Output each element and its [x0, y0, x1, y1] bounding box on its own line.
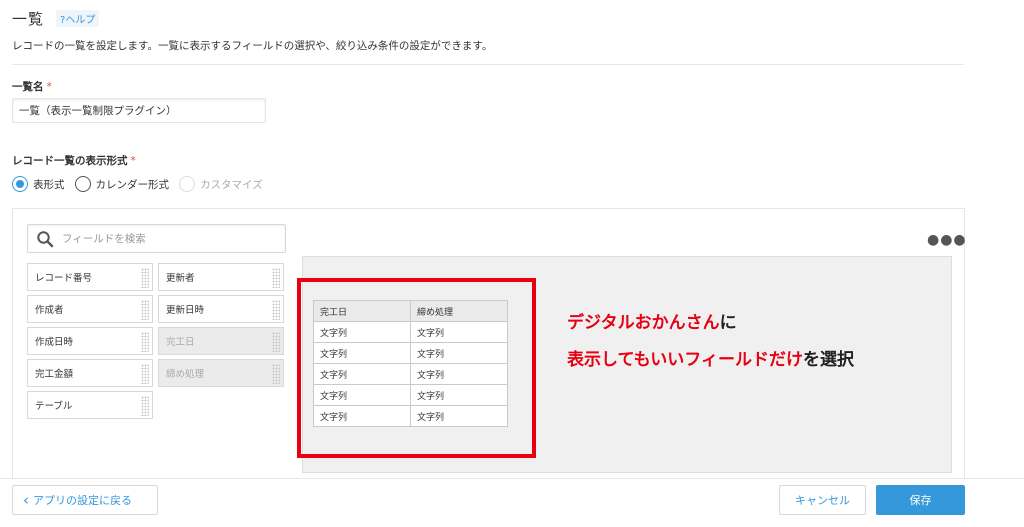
- required-mark: *: [46, 81, 52, 93]
- drag-handle-icon[interactable]: [141, 268, 149, 288]
- field-item-label: 作成者: [35, 305, 64, 316]
- field-item-label: 完工金額: [35, 369, 74, 380]
- preview-column-header[interactable]: 締め処理: [410, 300, 508, 322]
- page-description: レコードの一覧を設定します。一覧に表示するフィールドの選択や、絞り込み条件の設定…: [12, 40, 493, 52]
- preview-column-header[interactable]: 完工日: [313, 300, 411, 322]
- field-item-creator[interactable]: 作成者: [27, 295, 153, 323]
- preview-table-row: 文字列 文字列: [313, 321, 508, 343]
- preview-cell: 文字列: [313, 321, 411, 343]
- drag-handle-icon[interactable]: [141, 300, 149, 320]
- annotation-line-1: デジタルおかんさんに: [567, 308, 737, 333]
- radio-label: カスタマイズ: [200, 178, 263, 191]
- page-title: 一覧: [12, 10, 45, 28]
- back-to-app-settings-button[interactable]: ‹ アプリの設定に戻る: [12, 485, 158, 515]
- list-name-input[interactable]: [12, 98, 266, 123]
- field-item-updater[interactable]: 更新者: [158, 263, 284, 291]
- chevron-left-icon: ‹: [23, 490, 29, 509]
- radio-label: カレンダー形式: [95, 178, 170, 191]
- preview-table-row: 文字列 文字列: [313, 363, 508, 385]
- drag-handle-icon[interactable]: [141, 396, 149, 416]
- radio-disabled-icon: [179, 176, 195, 192]
- preview-table: 完工日 締め処理 文字列 文字列 文字列 文字列 文字列 文字列 文字列 文字列 文字列…: [313, 300, 508, 427]
- help-link[interactable]: ?ヘルプ: [56, 10, 100, 27]
- required-mark: *: [130, 155, 136, 167]
- field-item-completion-amount[interactable]: 完工金額: [27, 359, 153, 387]
- drag-handle-icon[interactable]: [272, 300, 280, 320]
- drag-handle-icon[interactable]: [141, 332, 149, 352]
- drag-handle-icon[interactable]: [141, 364, 149, 384]
- field-item-created-at[interactable]: 作成日時: [27, 327, 153, 355]
- display-format-label: レコード一覧の表示形式 *: [12, 153, 136, 168]
- field-item-closing-process[interactable]: 締め処理: [158, 359, 284, 387]
- field-item-updated-at[interactable]: 更新日時: [158, 295, 284, 323]
- more-options-icon[interactable]: ●●●: [927, 232, 967, 248]
- drag-handle-icon[interactable]: [272, 364, 280, 384]
- field-item-record-number[interactable]: レコード番号: [27, 263, 153, 291]
- drag-handle-icon[interactable]: [272, 332, 280, 352]
- radio-unchecked-icon[interactable]: [74, 176, 91, 192]
- annotation-red-text: デジタルおかんさん: [567, 313, 720, 333]
- radio-checked-icon[interactable]: [12, 176, 28, 192]
- preview-cell: 文字列: [410, 342, 508, 364]
- field-item-label: 締め処理: [166, 369, 205, 380]
- field-item-completion-date[interactable]: 完工日: [158, 327, 284, 355]
- preview-cell: 文字列: [410, 405, 508, 427]
- divider: [12, 64, 964, 65]
- field-search-input[interactable]: [62, 232, 262, 245]
- field-item-label: 完工日: [166, 337, 195, 348]
- display-format-label-text: レコード一覧の表示形式: [12, 155, 128, 167]
- annotation-line-2: 表示してもいいフィールドだけを選択: [567, 345, 854, 370]
- preview-cell: 文字列: [410, 363, 508, 385]
- radio-label: 表形式: [33, 178, 65, 191]
- radio-calendar-format[interactable]: カレンダー形式: [74, 176, 170, 192]
- field-search-box[interactable]: [27, 224, 286, 253]
- field-item-label: 更新日時: [166, 305, 205, 316]
- field-item-table[interactable]: テーブル: [27, 391, 153, 419]
- cancel-button[interactable]: キャンセル: [779, 485, 866, 515]
- field-item-label: レコード番号: [35, 273, 93, 284]
- radio-customize: カスタマイズ: [179, 176, 263, 192]
- search-icon: [37, 230, 54, 247]
- list-name-label-text: 一覧名: [12, 81, 44, 93]
- preview-cell: 文字列: [410, 384, 508, 406]
- preview-table-row: 文字列 文字列: [313, 384, 508, 406]
- preview-cell: 文字列: [313, 342, 411, 364]
- back-button-label: アプリの設定に戻る: [33, 494, 132, 507]
- title-row: 一覧 ?ヘルプ: [12, 8, 100, 29]
- field-item-label: テーブル: [35, 401, 73, 412]
- preview-table-row: 文字列 文字列: [313, 342, 508, 364]
- field-item-label: 作成日時: [35, 337, 74, 348]
- radio-table-format[interactable]: 表形式: [12, 176, 65, 192]
- annotation-red-text: 表示してもいいフィールドだけ: [567, 350, 803, 370]
- preview-cell: 文字列: [313, 384, 411, 406]
- drag-handle-icon[interactable]: [272, 268, 280, 288]
- annotation-black-text: に: [719, 313, 737, 333]
- list-name-label: 一覧名 *: [12, 79, 52, 94]
- save-button[interactable]: 保存: [876, 485, 965, 515]
- preview-cell: 文字列: [313, 363, 411, 385]
- field-item-label: 更新者: [166, 273, 195, 284]
- annotation-black-text: を選択: [802, 350, 854, 370]
- preview-table-header-row: 完工日 締め処理: [313, 300, 508, 322]
- display-format-radio-group: 表形式 カレンダー形式 カスタマイズ: [12, 176, 273, 192]
- preview-cell: 文字列: [410, 321, 508, 343]
- preview-table-row: 文字列 文字列: [313, 405, 508, 427]
- preview-cell: 文字列: [313, 405, 411, 427]
